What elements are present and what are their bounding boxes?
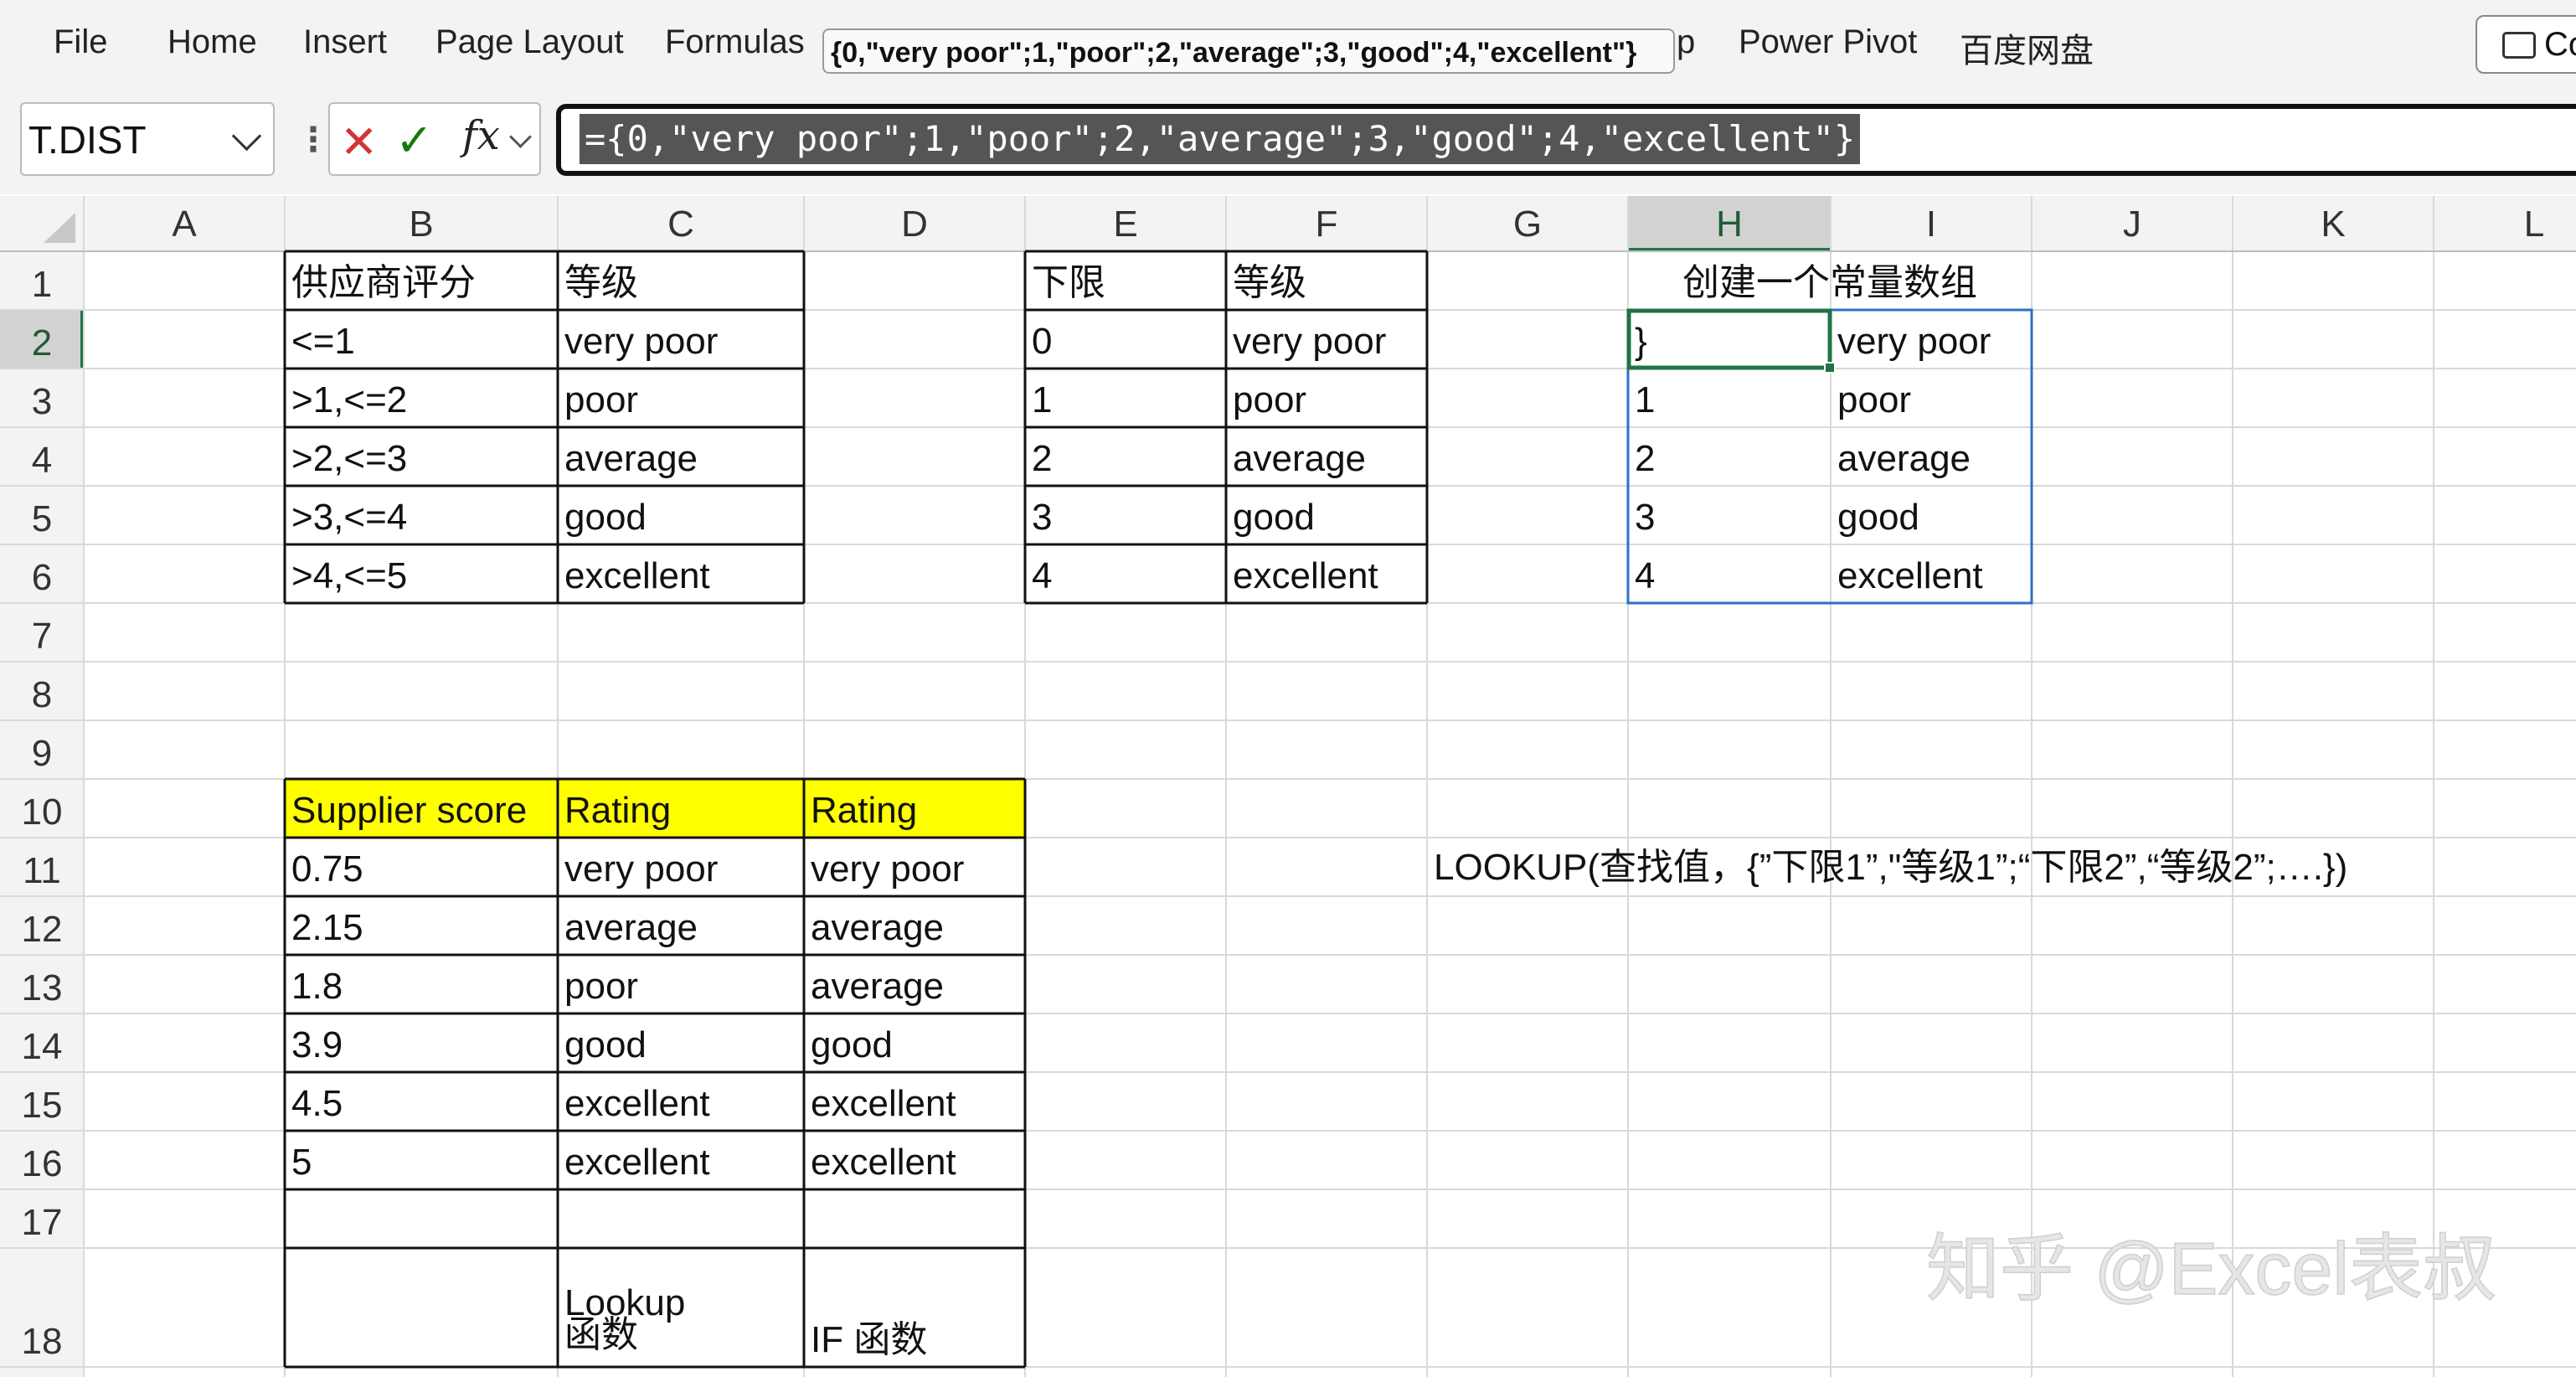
- row-header-15: 15: [22, 1085, 63, 1126]
- fill-handle[interactable]: [1824, 362, 1836, 374]
- score-grade-table: [283, 250, 806, 605]
- column-header-h: H: [1716, 204, 1743, 245]
- cell-b1: 供应商评分: [291, 262, 476, 303]
- column-header-c: C: [667, 204, 694, 245]
- column-header-g: G: [1513, 204, 1542, 245]
- column-header-f: F: [1316, 204, 1338, 245]
- cell-d11: very poor: [811, 848, 964, 890]
- column-header-bar: [0, 196, 2576, 251]
- row-header-9: 9: [32, 733, 52, 774]
- row-header-2: 2: [32, 322, 52, 364]
- cell-c6: excellent: [564, 555, 710, 596]
- row-header-18: 18: [22, 1321, 63, 1362]
- watermark-text: 知乎 @Excel表叔: [1926, 1227, 2496, 1310]
- cell-c4: average: [564, 438, 698, 479]
- cell-b3: >1,<=2: [291, 379, 407, 420]
- cell-c13: poor: [564, 966, 638, 1007]
- cell-i2: very poor: [1837, 321, 1991, 362]
- column-header-l: L: [2524, 204, 2544, 245]
- row-header-17: 17: [22, 1202, 63, 1243]
- cell-c1: 等级: [564, 262, 638, 303]
- row-header-13: 13: [22, 967, 63, 1008]
- cell-f4: average: [1233, 438, 1366, 479]
- column-header-d: D: [901, 204, 928, 245]
- cell-c10: Rating: [564, 790, 671, 831]
- cell-e5: 3: [1032, 497, 1052, 538]
- cell-b4: >2,<=3: [291, 438, 407, 479]
- cell-c15: excellent: [564, 1083, 710, 1124]
- spreadsheet-grid[interactable]: A B C D E F G H I J K L123456789101112131415161718供…: [0, 0, 2576, 1377]
- cell-b15: 4.5: [291, 1083, 343, 1124]
- cell-c3: poor: [564, 379, 638, 420]
- column-header-b: B: [409, 204, 433, 245]
- cell-c12: average: [564, 907, 698, 948]
- cell-c2: very poor: [564, 321, 718, 362]
- row-header-10: 10: [22, 792, 63, 833]
- cell-g11-note: LOOKUP(查找值，{”下限1”,"等级1”;“下限2”,“等级2”;….}): [1434, 847, 2347, 888]
- cell-c16: excellent: [564, 1142, 710, 1183]
- cell-b14: 3.9: [291, 1024, 343, 1065]
- row-header-bar: [0, 196, 84, 1377]
- cell-d14: good: [811, 1024, 893, 1065]
- cell-h4: 2: [1635, 438, 1655, 479]
- cell-i5: good: [1837, 497, 1919, 538]
- row-header-5: 5: [32, 498, 52, 539]
- cell-h5: 3: [1635, 497, 1655, 538]
- cell-e2: 0: [1032, 321, 1052, 362]
- column-header-i: I: [1926, 204, 1936, 245]
- cell-e6: 4: [1032, 555, 1052, 596]
- cell-e1: 下限: [1032, 262, 1105, 303]
- row-header-4: 4: [32, 440, 52, 481]
- active-cell-h2[interactable]: [1626, 308, 1832, 370]
- cell-d12: average: [811, 907, 944, 948]
- cell-c18-line2: 函数: [564, 1314, 638, 1355]
- cell-e3: 1: [1032, 379, 1052, 420]
- row-header-7: 7: [32, 616, 52, 657]
- row-header-1: 1: [32, 264, 52, 305]
- cell-c11: very poor: [564, 848, 718, 890]
- cell-i3: poor: [1837, 379, 1911, 420]
- column-header-e: E: [1113, 204, 1137, 245]
- cell-h1-title: 创建一个常量数组: [1682, 262, 1977, 303]
- cell-e4: 2: [1032, 438, 1052, 479]
- cell-b11: 0.75: [291, 848, 363, 890]
- lower-bound-table: [1023, 250, 1429, 605]
- cell-c14: good: [564, 1024, 647, 1065]
- cell-b13: 1.8: [291, 966, 343, 1007]
- row-header-12: 12: [22, 909, 63, 950]
- cell-f5: good: [1233, 497, 1315, 538]
- cell-d18: IF 函数: [811, 1319, 927, 1360]
- cell-d13: average: [811, 966, 944, 1007]
- column-header-k: K: [2321, 204, 2345, 245]
- cell-b12: 2.15: [291, 907, 363, 948]
- cell-b10: Supplier score: [291, 790, 527, 831]
- cell-d10: Rating: [811, 790, 917, 831]
- column-header-j: J: [2123, 204, 2141, 245]
- cell-i6: excellent: [1837, 555, 1983, 596]
- cell-f6: excellent: [1233, 555, 1378, 596]
- row-header-14: 14: [22, 1026, 63, 1067]
- cell-d15: excellent: [811, 1083, 956, 1124]
- cell-f1: 等级: [1233, 262, 1306, 303]
- cell-c5: good: [564, 497, 647, 538]
- cell-b16: 5: [291, 1142, 312, 1183]
- row-header-8: 8: [32, 674, 52, 715]
- row-header-3: 3: [32, 381, 52, 422]
- row-header-6: 6: [32, 557, 52, 598]
- cell-i4: average: [1837, 438, 1971, 479]
- cell-f3: poor: [1233, 379, 1306, 420]
- cell-b6: >4,<=5: [291, 555, 407, 596]
- cell-b5: >3,<=4: [291, 497, 407, 538]
- cell-h2: }: [1635, 321, 1647, 362]
- cell-h3: 1: [1635, 379, 1655, 420]
- cell-h6: 4: [1635, 555, 1655, 596]
- row-header-16: 16: [22, 1143, 63, 1184]
- cell-b2: <=1: [291, 321, 355, 362]
- column-header-a: A: [172, 204, 197, 245]
- cell-f2: very poor: [1233, 321, 1386, 362]
- row-header-11: 11: [23, 850, 61, 891]
- cell-d16: excellent: [811, 1142, 956, 1183]
